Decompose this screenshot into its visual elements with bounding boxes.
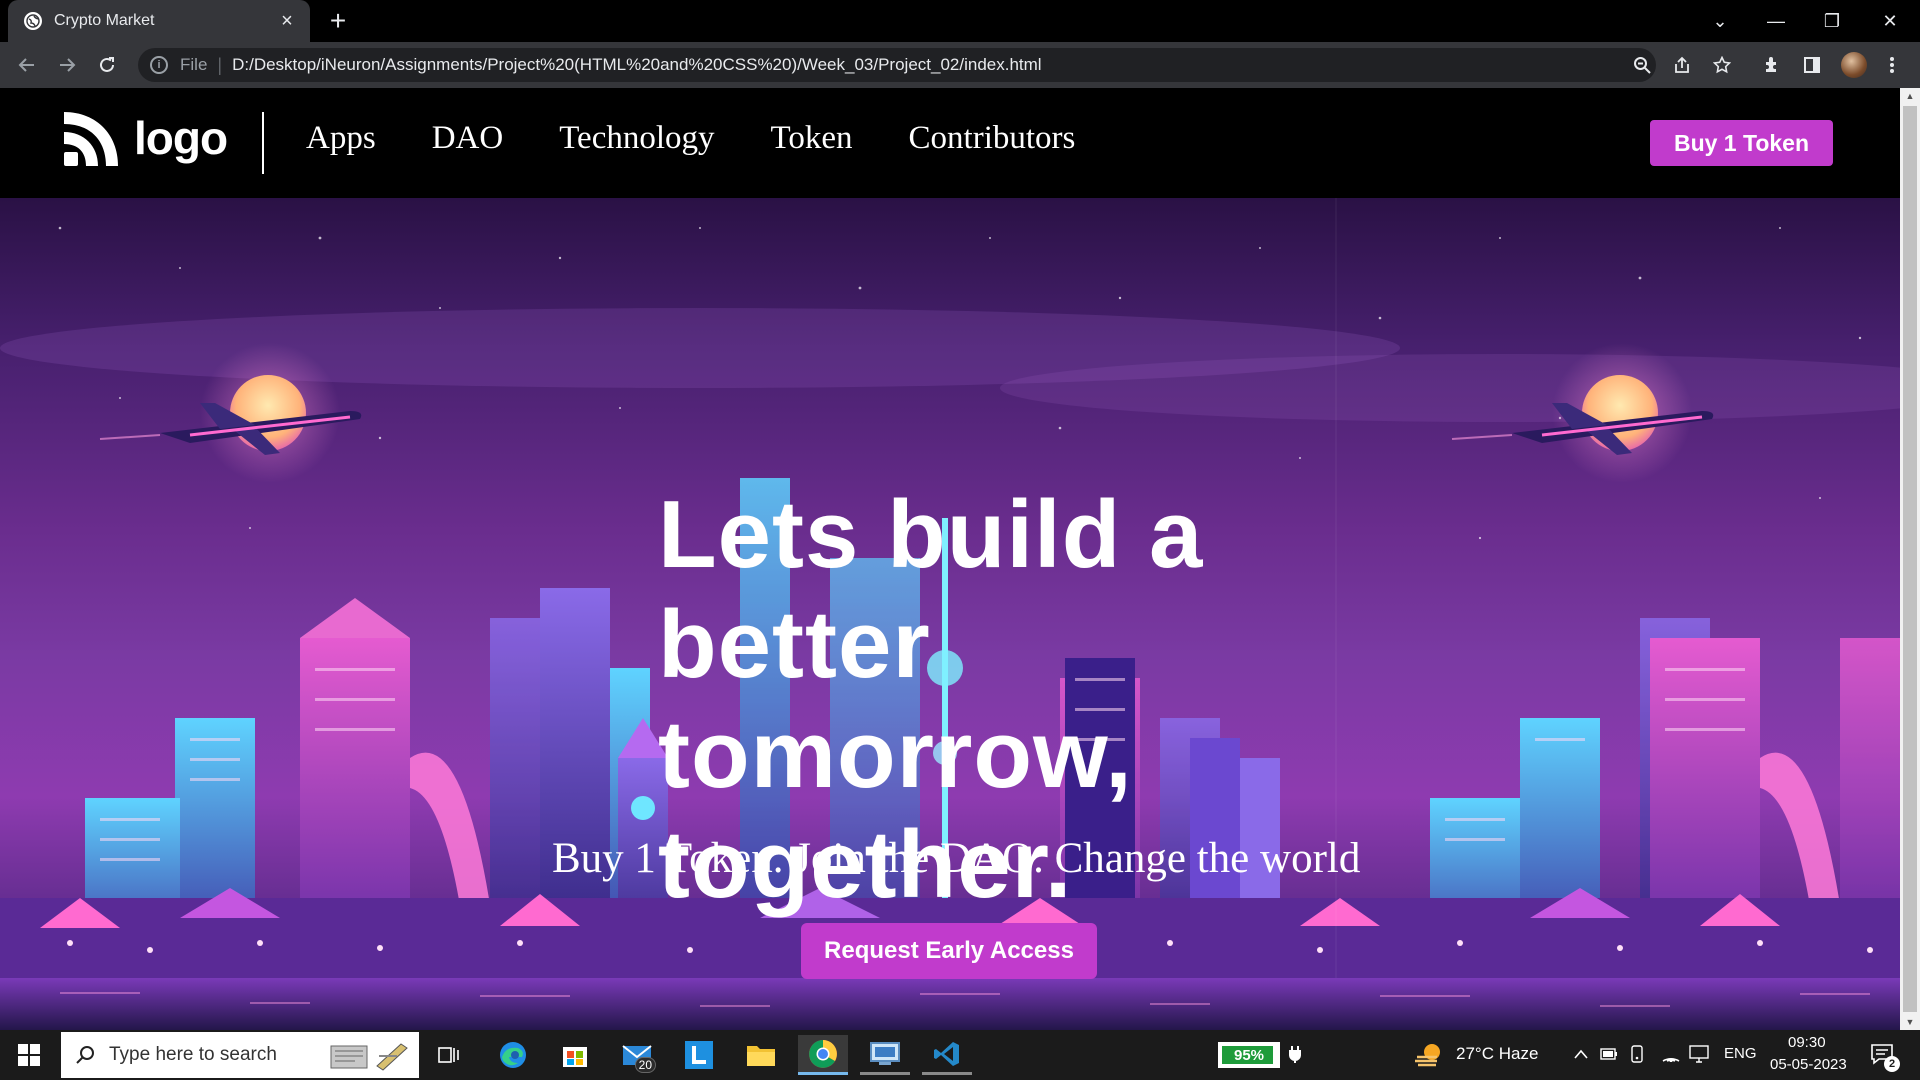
globe-icon [24,12,42,30]
scroll-thumb[interactable] [1903,106,1917,1012]
device-icon[interactable] [1626,1043,1648,1065]
browser-toolbar: i File | D:/Desktop/iNeuron/Assignments/… [0,42,1920,88]
tab-title: Crypto Market [54,12,155,29]
close-window-button[interactable]: ✕ [1862,0,1918,42]
rss-logo-icon [64,112,118,166]
address-separator: | [217,54,223,75]
nav-link-technology[interactable]: Technology [559,120,714,157]
charging-plug-icon [1284,1043,1306,1065]
browser-tab-bar: Crypto Market × + ⌄ — ❐ ✕ [0,0,1920,42]
mail-icon[interactable]: 20 [612,1035,662,1075]
nav-links: Apps DAO Technology Token Contributors [306,120,1075,157]
network-display-icon[interactable] [1688,1043,1710,1065]
notification-count: 2 [1884,1056,1900,1072]
vscode-icon[interactable] [922,1035,972,1075]
restore-button[interactable]: ❐ [1804,0,1860,42]
request-early-access-button[interactable]: Request Early Access [801,923,1097,979]
share-icon[interactable] [1668,51,1696,79]
search-highlight-icon [330,1043,408,1071]
tab-search-icon[interactable]: ⌄ [1692,0,1748,42]
zoom-icon[interactable] [1628,51,1656,79]
notifications-icon[interactable]: 2 [1868,1041,1900,1072]
search-icon [76,1046,94,1064]
profile-avatar[interactable] [1841,52,1867,78]
taskbar-search-box[interactable]: Type here to search [61,1032,419,1078]
scroll-down-arrow-icon[interactable]: ▼ [1900,1014,1920,1030]
minimize-button[interactable]: — [1748,0,1804,42]
edge-browser-icon[interactable] [488,1035,538,1075]
site-navbar: logo Apps DAO Technology Token Contribut… [0,88,1900,198]
new-tab-button[interactable]: + [323,6,353,36]
site-info-icon[interactable]: i [150,56,168,74]
address-url[interactable]: D:/Desktop/iNeuron/Assignments/Project%2… [232,55,1041,75]
address-bar[interactable]: i File | D:/Desktop/iNeuron/Assignments/… [138,48,1656,82]
logo-text: logo [134,112,228,164]
nav-link-dao[interactable]: DAO [432,120,504,157]
hero-section: Lets build a better tomorrow, together. … [0,198,1900,1030]
hero-subline: Buy 1 Token. Join the DAO. Change the wo… [552,835,1361,882]
task-view-icon[interactable] [424,1035,474,1075]
nav-link-token[interactable]: Token [771,120,853,157]
browser-tab[interactable]: Crypto Market × [8,0,310,42]
start-button[interactable] [0,1030,58,1080]
clock-date[interactable]: 05-05-2023 [1770,1056,1847,1073]
file-explorer-icon[interactable] [736,1035,786,1075]
clock-time[interactable]: 09:30 [1788,1034,1826,1051]
side-panel-icon[interactable] [1798,51,1826,79]
battery-percent: 95% [1233,1046,1265,1064]
site-logo[interactable]: logo [64,110,228,166]
page-scrollbar[interactable]: ▲ ▼ [1900,88,1920,1030]
windows-taskbar: Type here to search 20 95% 27°C Haze ENG… [0,1030,1920,1080]
nav-link-contributors[interactable]: Contributors [909,120,1076,157]
language-indicator[interactable]: ENG [1724,1045,1757,1062]
nav-link-apps[interactable]: Apps [306,120,376,157]
extensions-icon[interactable] [1758,51,1786,79]
microsoft-store-icon[interactable] [550,1035,600,1075]
close-tab-icon[interactable]: × [276,10,298,33]
nav-divider [262,112,264,174]
reload-icon[interactable] [92,50,122,80]
search-placeholder: Type here to search [109,1044,277,1065]
chrome-icon[interactable] [798,1035,848,1075]
back-icon[interactable] [12,50,42,80]
battery-indicator[interactable]: 95% [1218,1042,1280,1068]
bookmark-star-icon[interactable] [1708,51,1736,79]
weather-text[interactable]: 27°C Haze [1456,1044,1538,1064]
wifi-icon[interactable] [1660,1043,1682,1065]
address-scheme: File [180,55,208,74]
remote-desktop-icon[interactable] [860,1035,910,1075]
page-viewport: logo Apps DAO Technology Token Contribut… [0,88,1900,1030]
forward-icon[interactable] [52,50,82,80]
show-hidden-icons-chevron-icon[interactable] [1570,1043,1592,1065]
windows-logo-icon [18,1044,40,1066]
scroll-up-arrow-icon[interactable]: ▲ [1900,88,1920,104]
weather-haze-icon[interactable] [1414,1040,1444,1070]
l-app-icon[interactable] [674,1035,724,1075]
menu-dots-icon[interactable] [1878,51,1906,79]
battery-tray-icon[interactable] [1598,1043,1620,1065]
mail-badge: 20 [634,1057,656,1073]
buy-token-button[interactable]: Buy 1 Token [1650,120,1833,166]
